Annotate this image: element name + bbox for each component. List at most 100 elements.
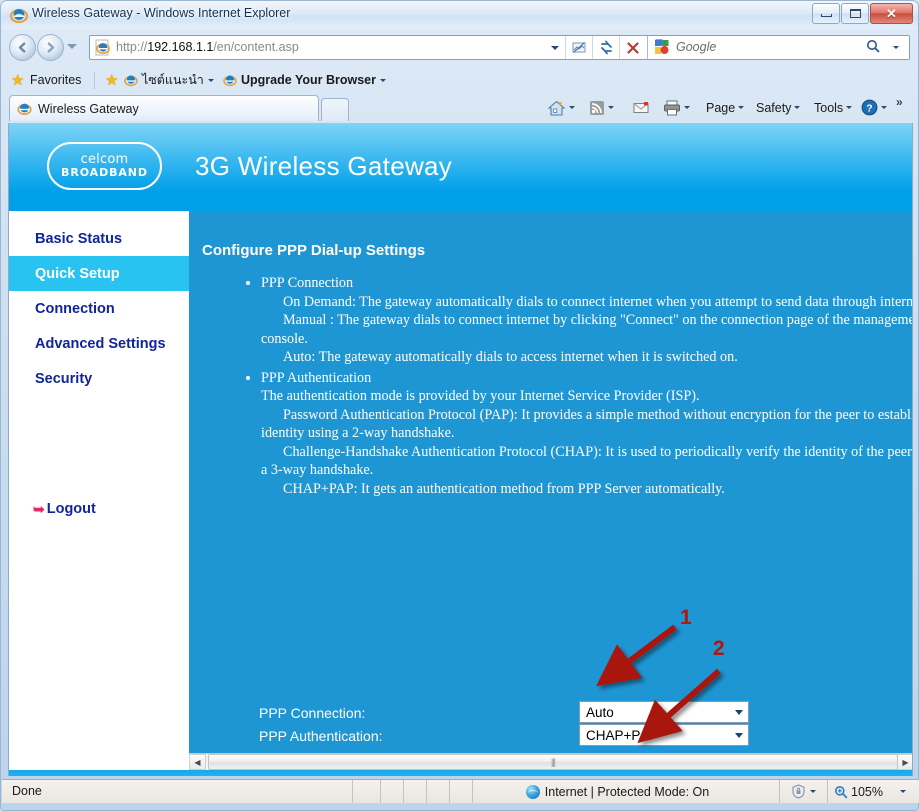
- chevron-down-icon[interactable]: [810, 790, 816, 793]
- internet-explorer-icon: [10, 8, 28, 24]
- scroll-left-button[interactable]: ◀: [189, 754, 206, 770]
- bullet-line: Challenge-Handshake Authentication Proto…: [261, 443, 913, 479]
- page-viewport: celcom BROADBAND 3G Wireless Gateway Bas…: [8, 123, 913, 776]
- address-input[interactable]: http://192.168.1.1/en/content.asp Google: [89, 35, 910, 60]
- zoom-level-label: 105%: [851, 784, 883, 799]
- suggested-sites-button[interactable]: ★ ไซต์แนะนำ: [105, 70, 214, 90]
- status-cell: [380, 780, 403, 803]
- refresh-icon: [600, 40, 612, 55]
- sidebar-item-label: Security: [35, 370, 93, 387]
- stop-button[interactable]: [619, 36, 646, 59]
- search-input[interactable]: Google: [647, 36, 909, 59]
- sidebar-item-quick-setup[interactable]: Quick Setup: [9, 256, 189, 291]
- bullet-line: On Demand: The gateway automatically dia…: [283, 293, 913, 310]
- feeds-button[interactable]: [589, 97, 614, 118]
- rss-feed-icon: [590, 100, 604, 115]
- chevron-down-icon[interactable]: [735, 733, 743, 738]
- protected-mode-indicator[interactable]: [779, 780, 827, 803]
- mail-button[interactable]: [633, 97, 650, 118]
- help-button[interactable]: ?: [861, 97, 887, 118]
- chevron-down-icon[interactable]: [846, 106, 853, 109]
- chevron-down-icon[interactable]: [380, 78, 386, 82]
- new-tab-button[interactable]: [321, 98, 349, 121]
- annotation-number-2: 2: [713, 637, 725, 660]
- internet-globe-icon: [525, 784, 540, 799]
- home-button[interactable]: [547, 97, 575, 118]
- bullet-line: The authentication mode is provided by y…: [261, 388, 700, 404]
- logout-arrow-icon: ➥: [33, 501, 45, 517]
- refresh-button[interactable]: [592, 36, 619, 59]
- annotation-arrow-1: [595, 624, 677, 687]
- footer-left-spacer: [9, 770, 189, 776]
- close-button[interactable]: ✕: [870, 3, 913, 24]
- recent-pages-chevron-down-icon[interactable]: [67, 44, 77, 49]
- scrollbar-grip-icon: |||: [550, 757, 556, 767]
- star-icon: ★: [11, 71, 25, 89]
- bullet-line: Manual : The gateway dials to connect in…: [261, 312, 913, 347]
- favorites-separator: [94, 72, 95, 89]
- chevron-down-icon[interactable]: [881, 106, 887, 109]
- ppp-connection-label: PPP Connection:: [259, 704, 366, 721]
- zoom-magnifier-icon: [835, 785, 848, 798]
- scroll-right-button[interactable]: ▶: [897, 754, 912, 770]
- zoom-control[interactable]: 105%: [827, 780, 911, 803]
- chevron-down-icon[interactable]: [794, 106, 801, 109]
- back-button[interactable]: [9, 34, 36, 61]
- forward-button[interactable]: [37, 34, 64, 61]
- status-bar: Done Internet | Protected Mode: On 105%: [2, 779, 919, 803]
- ppp-connection-select[interactable]: Auto: [579, 701, 749, 723]
- printer-icon: [664, 100, 680, 115]
- security-zone-indicator[interactable]: Internet | Protected Mode: On: [472, 780, 762, 803]
- chevron-down-icon[interactable]: [569, 106, 575, 109]
- tab-wireless-gateway[interactable]: Wireless Gateway: [9, 95, 319, 121]
- suggested-sites-label: ไซต์แนะนำ: [142, 73, 204, 87]
- chevron-down-icon[interactable]: [899, 790, 906, 793]
- bullet-line: Password Authentication Protocol (PAP): …: [261, 406, 913, 442]
- sidebar-item-connection[interactable]: Connection: [9, 291, 189, 326]
- tab-favicon-icon: [17, 103, 32, 116]
- sidebar-item-basic-status[interactable]: Basic Status: [9, 221, 189, 256]
- ppp-auth-row: PPP Authentication:: [259, 724, 383, 747]
- page-favicon-icon: [95, 39, 110, 56]
- address-dropdown-button[interactable]: [545, 36, 565, 59]
- chevron-down-icon[interactable]: [738, 106, 745, 109]
- tools-menu-button[interactable]: Tools: [814, 97, 853, 118]
- help-question-icon: ?: [861, 99, 878, 116]
- security-zone-label: Internet | Protected Mode: On: [544, 784, 710, 799]
- chevron-down-icon[interactable]: [207, 78, 214, 82]
- logo-sub-text: BROADBAND: [61, 166, 148, 179]
- favorites-button[interactable]: ★ Favorites: [11, 70, 81, 90]
- logout-label: Logout: [46, 501, 96, 517]
- chevron-down-icon[interactable]: [684, 106, 690, 109]
- scrollbar-track[interactable]: |||: [206, 754, 898, 770]
- sidebar-nav: Basic Status Quick Setup Connection Adva…: [9, 211, 189, 776]
- tab-bar: Wireless Gateway Page Safety Tools ? »: [1, 93, 918, 121]
- search-icon[interactable]: [866, 39, 880, 53]
- horizontal-scrollbar[interactable]: ◀ ||| ▶: [189, 753, 912, 770]
- sidebar-item-logout[interactable]: ➥ Logout: [9, 495, 189, 523]
- sidebar-item-advanced-settings[interactable]: Advanced Settings: [9, 326, 189, 361]
- sidebar-item-security[interactable]: Security: [9, 361, 189, 396]
- address-bar-row: http://192.168.1.1/en/content.asp Google: [1, 31, 918, 65]
- forward-arrow-icon: [47, 42, 55, 53]
- upgrade-browser-button[interactable]: Upgrade Your Browser: [223, 70, 386, 90]
- list-item: PPP Authentication The authentication mo…: [261, 369, 913, 499]
- search-provider-chevron-down-icon[interactable]: [893, 46, 899, 49]
- status-cell: [449, 780, 472, 803]
- page-menu-button[interactable]: Page: [706, 97, 745, 118]
- address-url-text: http://192.168.1.1/en/content.asp: [116, 40, 299, 54]
- minimize-button[interactable]: [812, 3, 840, 24]
- ppp-authentication-select[interactable]: CHAP+PAP: [579, 724, 749, 746]
- upgrade-browser-label: Upgrade Your Browser: [241, 73, 376, 87]
- chevron-down-icon[interactable]: [735, 710, 743, 715]
- safety-menu-button[interactable]: Safety: [756, 97, 801, 118]
- toolbar-overflow-button[interactable]: »: [896, 95, 903, 109]
- ppp-connection-row: PPP Connection:: [259, 701, 365, 724]
- compatibility-view-button[interactable]: [565, 36, 592, 59]
- chevron-down-icon[interactable]: [608, 106, 614, 109]
- scrollbar-thumb[interactable]: |||: [208, 754, 898, 770]
- maximize-button[interactable]: [841, 3, 869, 24]
- print-button[interactable]: [663, 97, 690, 118]
- bullet-title: PPP Connection: [261, 275, 354, 291]
- ie-small-icon: [124, 75, 138, 87]
